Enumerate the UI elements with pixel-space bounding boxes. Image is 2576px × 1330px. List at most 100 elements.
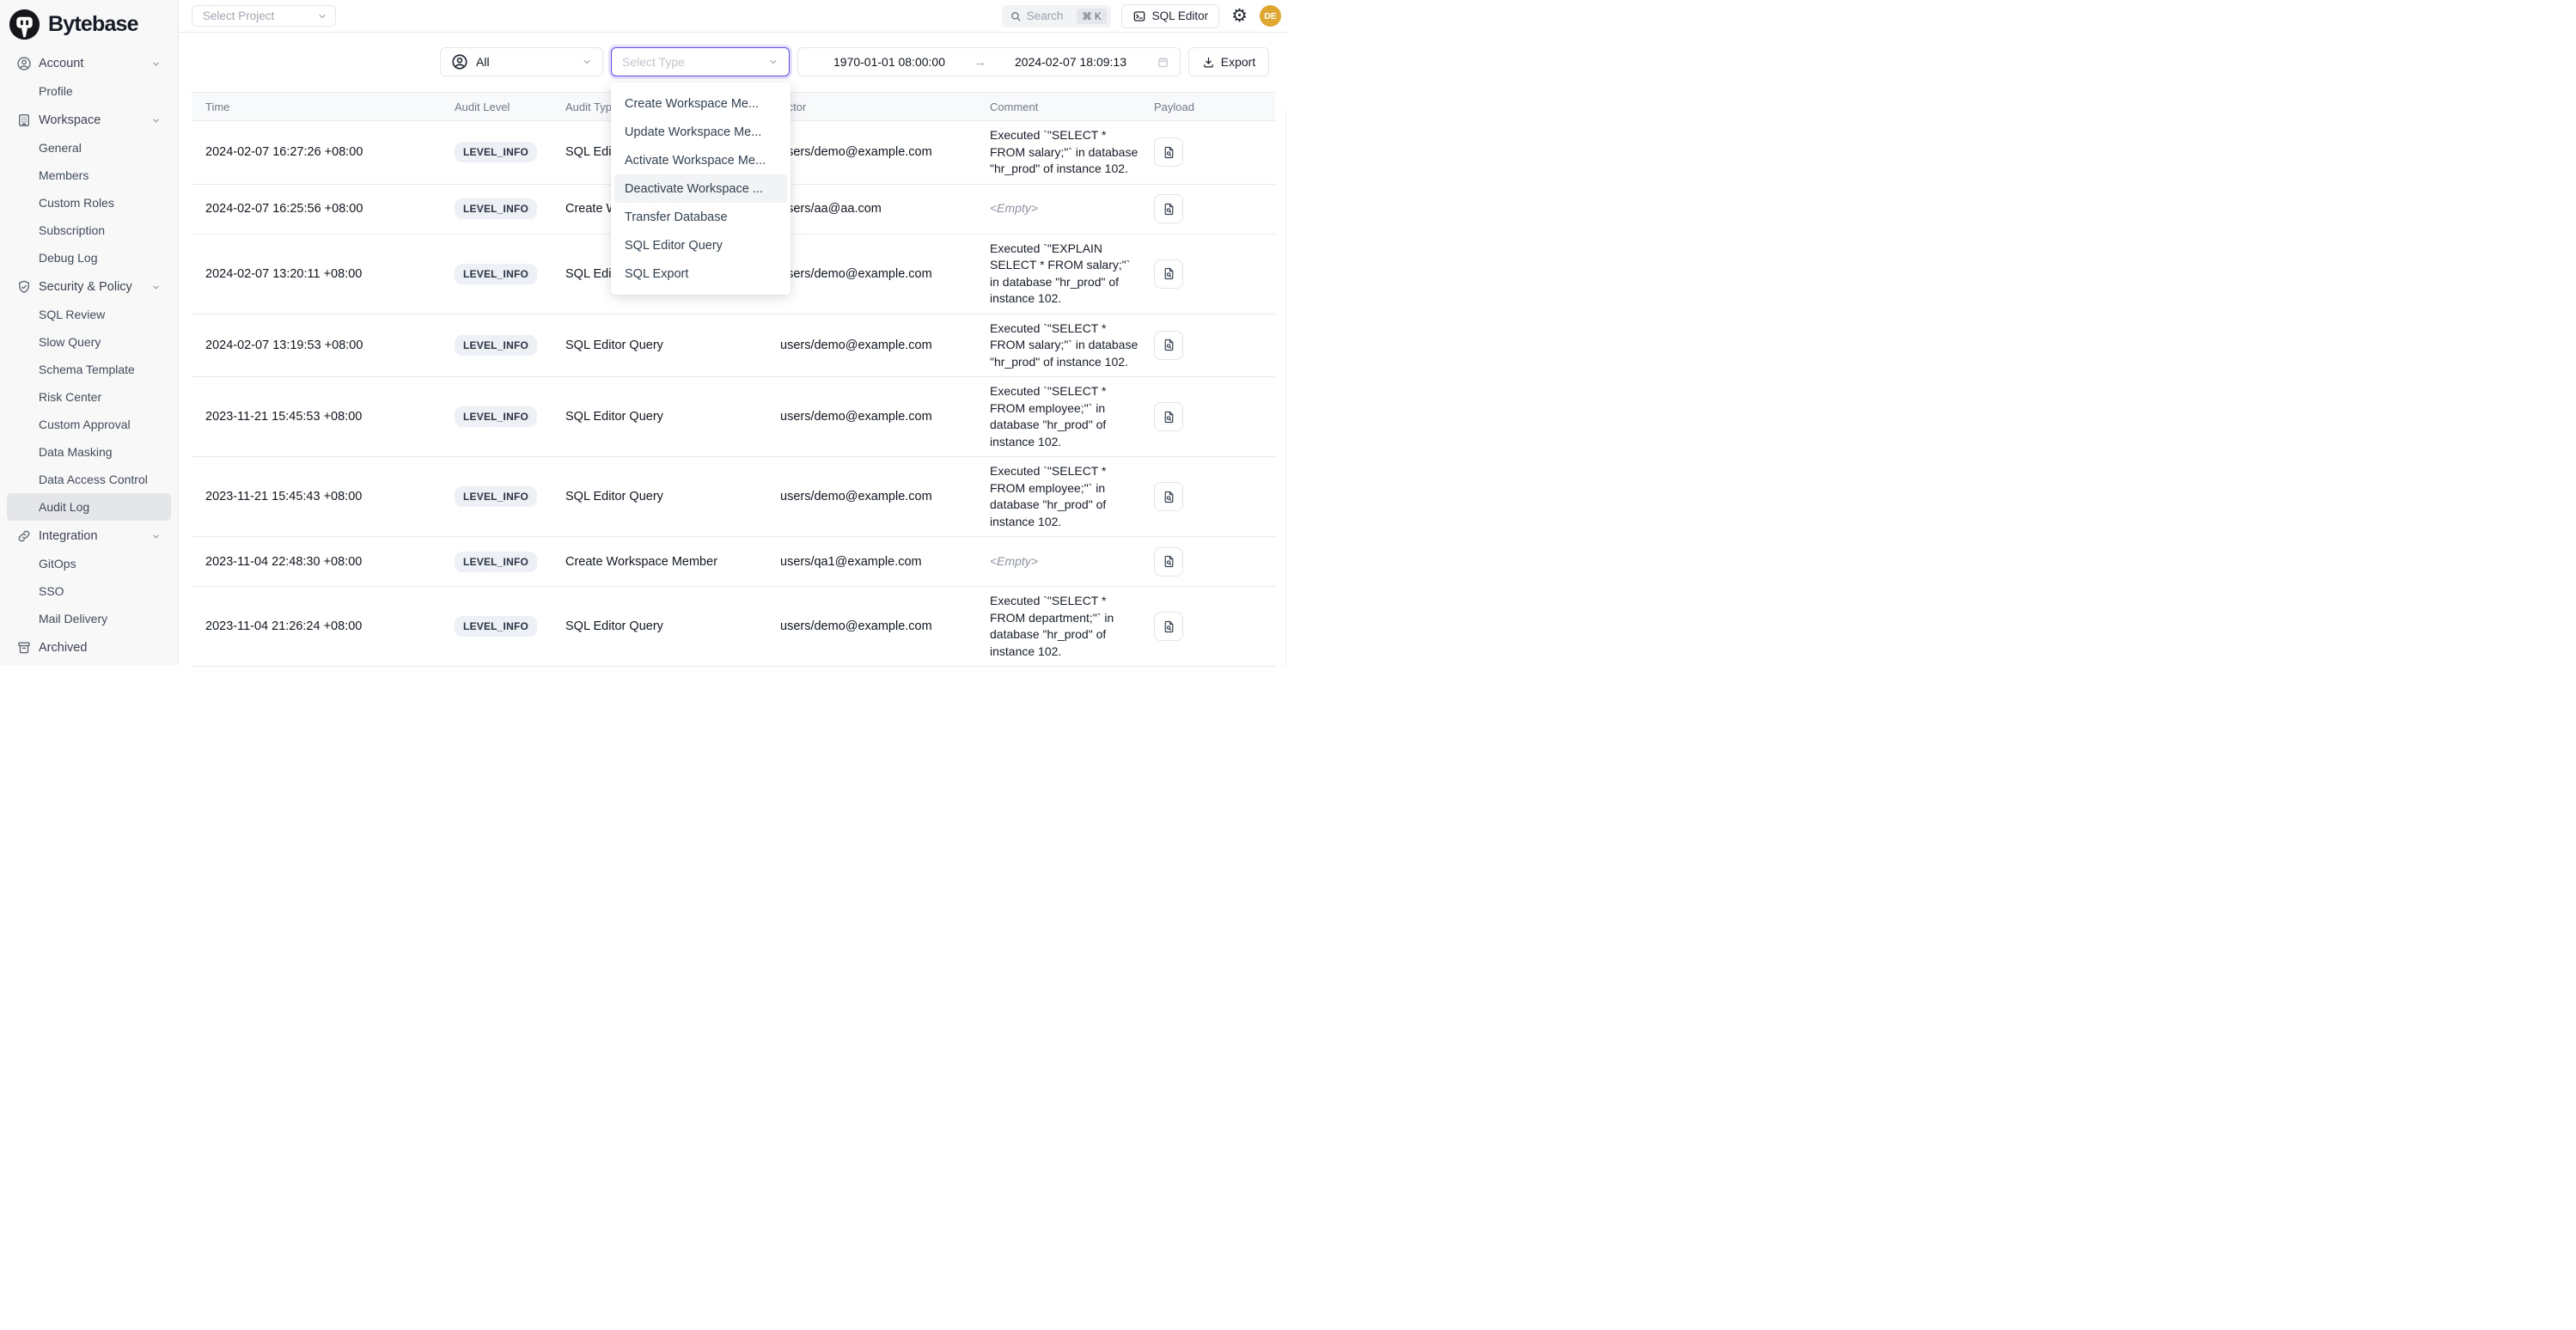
sidebar-item-data-masking[interactable]: Data Masking xyxy=(7,438,171,466)
cell-payload xyxy=(1140,137,1275,167)
table-row: 2023-11-21 15:45:53 +08:00 LEVEL_INFO SQ… xyxy=(192,377,1275,457)
level-badge: LEVEL_INFO xyxy=(455,616,537,637)
sidebar: Bytebase Account Profile Workspace Gener… xyxy=(0,0,179,665)
cell-audit-type: SQL Editor Query xyxy=(552,339,766,352)
cell-payload xyxy=(1140,547,1275,577)
cell-comment: Executed `"SELECT * FROM department;"` i… xyxy=(976,593,1140,660)
cell-comment: Executed `"SELECT * FROM employee;"` in … xyxy=(976,463,1140,530)
search-input[interactable]: Search ⌘ K xyxy=(1002,5,1111,27)
cell-actor: users/aa@aa.com xyxy=(766,202,976,216)
sidebar-item-custom-approval[interactable]: Custom Approval xyxy=(7,411,171,438)
sidebar-section-label: Workspace xyxy=(39,113,101,127)
chevron-down-icon xyxy=(151,532,161,541)
sidebar-item-slow-query[interactable]: Slow Query xyxy=(7,328,171,356)
type-filter-placeholder: Select Type xyxy=(622,55,768,69)
sidebar-section-integration[interactable]: Integration xyxy=(7,522,171,550)
cell-time: 2024-02-07 13:19:53 +08:00 xyxy=(192,339,441,352)
table-row: 2023-11-21 15:45:43 +08:00 LEVEL_INFO SQ… xyxy=(192,457,1275,537)
cell-payload xyxy=(1140,612,1275,641)
arrow-right-icon: → xyxy=(970,55,990,70)
sidebar-section-archived[interactable]: Archived xyxy=(7,634,171,662)
cell-actor: users/demo@example.com xyxy=(766,410,976,424)
sidebar-item-custom-roles[interactable]: Custom Roles xyxy=(7,189,171,217)
sidebar-section-label: Account xyxy=(39,57,83,70)
cell-payload xyxy=(1140,402,1275,431)
cell-comment: <Empty> xyxy=(976,200,1140,217)
cell-time: 2023-11-04 22:48:30 +08:00 xyxy=(192,555,441,569)
cell-audit-type: SQL Editor Query xyxy=(552,490,766,503)
sidebar-item-sql-review[interactable]: SQL Review xyxy=(7,301,171,328)
payload-view-button[interactable] xyxy=(1154,194,1183,223)
menu-item-deactivate-workspace-member[interactable]: Deactivate Workspace ... xyxy=(614,174,787,203)
cell-audit-type: Create Workspace Member xyxy=(552,555,766,569)
sidebar-item-members[interactable]: Members xyxy=(7,162,171,189)
sidebar-item-subscription[interactable]: Subscription xyxy=(7,217,171,244)
payload-view-button[interactable] xyxy=(1154,482,1183,511)
sidebar-section-security-policy[interactable]: Security & Policy xyxy=(7,273,171,301)
cell-audit-level: LEVEL_INFO xyxy=(441,142,552,162)
sidebar-item-sso[interactable]: SSO xyxy=(7,577,171,605)
actor-filter-select[interactable]: All xyxy=(440,47,603,76)
sidebar-section-workspace[interactable]: Workspace xyxy=(7,107,171,134)
gear-icon[interactable]: ⚙ xyxy=(1231,7,1248,25)
menu-item-activate-workspace-member[interactable]: Activate Workspace Me... xyxy=(614,146,787,174)
cell-audit-type: SQL Editor Query xyxy=(552,410,766,424)
menu-item-create-workspace-member[interactable]: Create Workspace Me... xyxy=(614,89,787,118)
sidebar-item-debug-log[interactable]: Debug Log xyxy=(7,244,171,271)
cell-actor: users/demo@example.com xyxy=(766,490,976,503)
sidebar-item-mail-delivery[interactable]: Mail Delivery xyxy=(7,605,171,632)
col-header-time: Time xyxy=(192,101,441,113)
shield-check-icon xyxy=(16,279,32,295)
date-range-picker[interactable]: 1970-01-01 08:00:00 → 2024-02-07 18:09:1… xyxy=(797,47,1181,76)
avatar[interactable]: DE xyxy=(1260,5,1281,27)
cell-actor: users/demo@example.com xyxy=(766,339,976,352)
chevron-down-icon xyxy=(768,57,778,67)
sidebar-item-schema-template[interactable]: Schema Template xyxy=(7,356,171,383)
payload-view-button[interactable] xyxy=(1154,402,1183,431)
audit-log-content: All Select Type 1970-01-01 08:00:00 → 20… xyxy=(179,33,1288,667)
payload-view-button[interactable] xyxy=(1154,137,1183,167)
bytebase-logo[interactable]: Bytebase xyxy=(0,0,178,46)
type-dropdown-menu: Create Workspace Me... Update Workspace … xyxy=(611,82,791,295)
payload-view-button[interactable] xyxy=(1154,612,1183,641)
sidebar-section-account[interactable]: Account xyxy=(7,50,171,77)
download-icon xyxy=(1202,56,1215,69)
cell-audit-level: LEVEL_INFO xyxy=(441,406,552,427)
app-window: Bytebase Account Profile Workspace Gener… xyxy=(0,0,1288,665)
date-from-value[interactable]: 1970-01-01 08:00:00 xyxy=(809,55,970,69)
scrollbar-track[interactable] xyxy=(1285,110,1286,667)
file-search-icon xyxy=(1162,338,1176,352)
date-to-value[interactable]: 2024-02-07 18:09:13 xyxy=(990,55,1151,69)
level-badge: LEVEL_INFO xyxy=(455,335,537,356)
project-select[interactable]: Select Project xyxy=(192,5,336,27)
export-button[interactable]: Export xyxy=(1188,47,1269,76)
cell-payload xyxy=(1140,482,1275,511)
menu-item-sql-editor-query[interactable]: SQL Editor Query xyxy=(614,231,787,259)
sql-editor-button[interactable]: SQL Editor xyxy=(1121,4,1220,28)
file-search-icon xyxy=(1162,266,1176,281)
sidebar-section-label: Integration xyxy=(39,529,98,543)
menu-item-transfer-database[interactable]: Transfer Database xyxy=(614,203,787,231)
archive-icon xyxy=(16,640,32,656)
type-filter-select[interactable]: Select Type xyxy=(611,47,790,76)
terminal-icon xyxy=(1132,9,1146,23)
sidebar-item-gitops[interactable]: GitOps xyxy=(7,550,171,577)
payload-view-button[interactable] xyxy=(1154,547,1183,577)
level-badge: LEVEL_INFO xyxy=(455,198,537,219)
sidebar-item-audit-log[interactable]: Audit Log xyxy=(7,493,171,521)
cell-audit-type: SQL Editor Query xyxy=(552,619,766,633)
menu-item-update-workspace-member[interactable]: Update Workspace Me... xyxy=(614,118,787,146)
sidebar-item-data-access-control[interactable]: Data Access Control xyxy=(7,466,171,493)
sidebar-item-risk-center[interactable]: Risk Center xyxy=(7,383,171,411)
sidebar-item-profile[interactable]: Profile xyxy=(7,77,171,105)
col-header-audit-level: Audit Level xyxy=(441,101,552,113)
export-label: Export xyxy=(1221,55,1255,69)
menu-item-sql-export[interactable]: SQL Export xyxy=(614,259,787,288)
cell-time: 2023-11-21 15:45:43 +08:00 xyxy=(192,490,441,503)
payload-view-button[interactable] xyxy=(1154,331,1183,360)
sidebar-item-general[interactable]: General xyxy=(7,134,171,162)
user-circle-icon xyxy=(451,53,468,70)
payload-view-button[interactable] xyxy=(1154,259,1183,289)
file-search-icon xyxy=(1162,410,1176,424)
chevron-down-icon xyxy=(151,59,161,69)
